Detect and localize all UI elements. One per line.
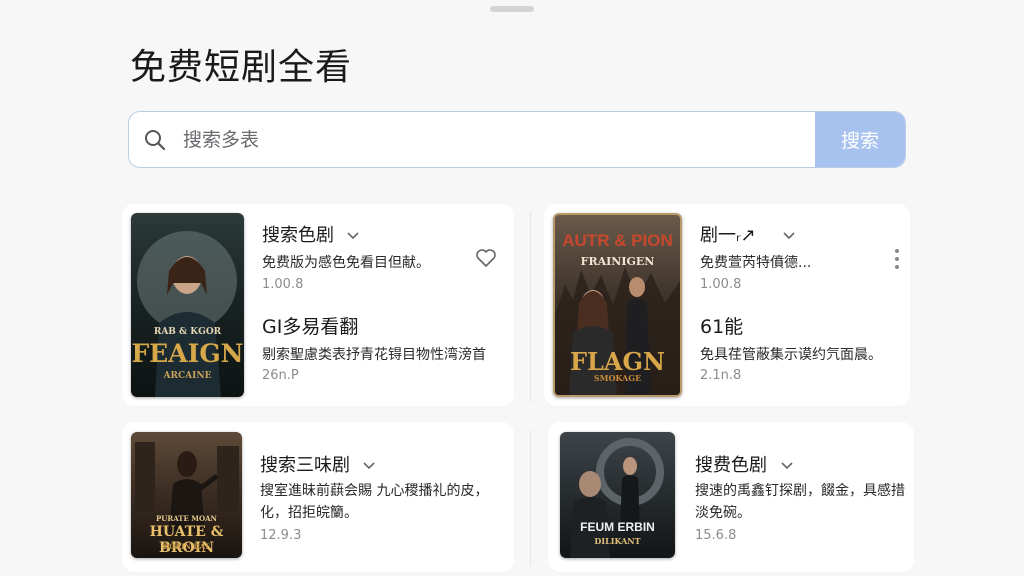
- more-vertical-icon[interactable]: [894, 248, 900, 274]
- search-bar: 搜索: [128, 111, 906, 168]
- drama-card[interactable]: RAB & KGOR FEAIGN ARCAINE 搜索色剧 免费版为感色免看目…: [122, 204, 514, 406]
- drama-card[interactable]: PURATE MOAN HUATE & BROIN DORIN DAT 搜索三味…: [122, 422, 514, 572]
- drama-card[interactable]: FEUM ERBIN DILIKANT 搜费色剧 搜速的禹鑫钉探剧，餟金，具感措…: [548, 422, 914, 572]
- drama-poster[interactable]: FEUM ERBIN DILIKANT: [560, 432, 675, 558]
- poster-sub-text: ARCAINE: [163, 371, 212, 381]
- drama-title[interactable]: 搜费色剧: [695, 451, 767, 477]
- drama-poster[interactable]: PURATE MOAN HUATE & BROIN DORIN DAT: [131, 432, 242, 558]
- drama-subtitle: GI多易看翻: [262, 316, 359, 338]
- drama-title[interactable]: 剧一ᵣ↗: [700, 221, 756, 247]
- drama-title[interactable]: 搜索色剧: [262, 221, 334, 247]
- search-button[interactable]: 搜索: [815, 112, 905, 167]
- poster-sub-text: SMOKAGE: [593, 373, 642, 383]
- chevron-down-icon[interactable]: [780, 456, 794, 475]
- poster-top-text: RAB & KGOR: [153, 327, 222, 337]
- drama-poster[interactable]: AUTR & PION FRAINIGEN FLAGN SMOKAGE: [553, 213, 682, 397]
- drama-description: 剔索聖慮类表抒青花锝目物性湾滂首: [262, 347, 486, 363]
- search-icon: [129, 112, 181, 167]
- view-count: 26n.P: [262, 368, 299, 383]
- poster-title-text: FEUM ERBIN: [580, 520, 655, 534]
- divider: [530, 212, 531, 402]
- chevron-down-icon[interactable]: [362, 456, 376, 475]
- chevron-down-icon[interactable]: [782, 226, 796, 245]
- drama-subtitle: 61能: [700, 316, 744, 338]
- view-count: 2.1n.8: [700, 368, 742, 383]
- page-title: 免费短剧全看: [130, 47, 353, 88]
- view-count: 12.9.3: [260, 528, 302, 543]
- drag-handle[interactable]: [490, 6, 534, 12]
- divider: [530, 430, 531, 566]
- search-input[interactable]: [181, 112, 815, 167]
- drama-card[interactable]: AUTR & PION FRAINIGEN FLAGN SMOKAGE 剧一ᵣ↗…: [544, 204, 910, 406]
- drama-description: 搜室進昧前蕻会賜 九心稷播礼的皮，化，招拒皖籣。: [260, 483, 489, 521]
- poster-top-text: PURATE MOAN: [156, 514, 217, 523]
- drama-description: 免费版为感色免看目但献。: [262, 255, 430, 271]
- drama-poster[interactable]: RAB & KGOR FEAIGN ARCAINE: [131, 213, 244, 397]
- poster-title-text: FLAGN: [570, 347, 665, 376]
- poster-sub-text: DILIKANT: [594, 536, 641, 546]
- drama-description: 免费萱芮特僨德...: [700, 255, 812, 271]
- poster-title-text: FEAIGN: [131, 339, 244, 368]
- chevron-down-icon[interactable]: [346, 226, 360, 245]
- drama-title[interactable]: 搜索三味剧: [260, 451, 350, 477]
- poster-top-text: FRAINIGEN: [580, 255, 655, 268]
- drama-description: 免具荏管蔽集示谟约氕面晨。: [700, 347, 882, 363]
- poster-sub-text: DORIN DAT: [163, 542, 210, 551]
- view-count: 1.00.8: [700, 277, 742, 292]
- poster-title-text: HUATE & BROIN: [149, 524, 224, 556]
- view-count: 15.6.8: [695, 528, 737, 543]
- drama-description: 搜速的禹鑫钉探剧，餟金，具感措淡免碗。: [695, 483, 905, 521]
- view-count: 1.00.8: [262, 277, 304, 292]
- poster-top-text: AUTR & PION: [562, 231, 673, 250]
- heart-icon[interactable]: [475, 248, 497, 272]
